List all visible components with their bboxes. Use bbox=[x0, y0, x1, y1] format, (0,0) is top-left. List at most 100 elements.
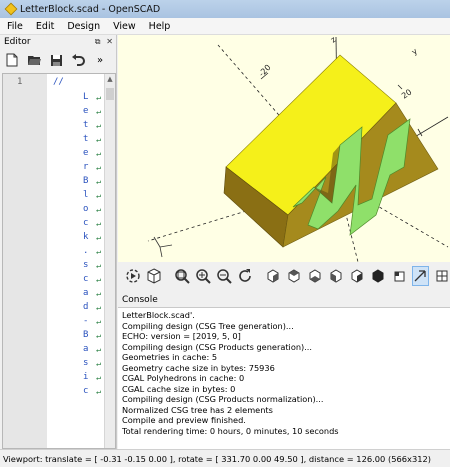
editor-title: Editor bbox=[4, 37, 31, 47]
openscad-app-icon bbox=[4, 2, 18, 16]
zoom-out-icon[interactable] bbox=[215, 266, 232, 286]
editor-header: Editor ⧉ ✕ bbox=[0, 35, 116, 49]
view-left-icon[interactable] bbox=[328, 266, 345, 286]
console-title: Console bbox=[122, 295, 158, 305]
code-comment-marker: // bbox=[53, 77, 64, 87]
view-perspective-icon[interactable] bbox=[411, 266, 430, 286]
wrapped-char-line: . ↵ bbox=[83, 244, 101, 258]
code-editor[interactable]: 1 // L ↵ e ↵ t ↵ t ↵ e ↵ r ↵ B ↵ l ↵ o ↵ c ↵ k ↵. ↵ s ↵ c ↵ a ↵ d ↵ - ↵ B… bbox=[2, 73, 116, 449]
zoom-in-icon[interactable] bbox=[194, 266, 211, 286]
console-line: LetterBlock.scad'. bbox=[122, 310, 195, 320]
wrapped-char-line: a ↵ bbox=[83, 286, 101, 300]
letter-block-cube bbox=[223, 54, 439, 248]
wrapped-char-line: d ↵ bbox=[83, 300, 101, 314]
console-line: Total rendering time: 0 hours, 0 minutes… bbox=[122, 425, 339, 436]
console-line: Geometries in cache: 5 bbox=[122, 352, 218, 362]
wrapped-char-line: s ↵ bbox=[83, 356, 101, 370]
line-number-gutter bbox=[3, 74, 47, 448]
view-front-icon[interactable] bbox=[349, 266, 366, 286]
wrap-indicator-icon: ↵ bbox=[96, 344, 101, 354]
wrapped-char: B bbox=[83, 330, 89, 340]
undo-icon[interactable] bbox=[70, 52, 86, 68]
wrapped-char: e bbox=[83, 148, 89, 158]
float-panel-icon[interactable]: ⧉ bbox=[95, 37, 101, 46]
save-icon[interactable] bbox=[48, 52, 64, 68]
view-right-icon[interactable] bbox=[265, 266, 282, 286]
wrapped-char: d bbox=[83, 302, 89, 312]
axes-gizmo bbox=[153, 236, 173, 258]
menu-view[interactable]: View bbox=[106, 21, 142, 32]
render-icon[interactable] bbox=[145, 266, 162, 286]
editor-scrollbar[interactable]: ▲ bbox=[104, 74, 115, 448]
openscad-window: LetterBlock.scad - OpenSCAD File Edit De… bbox=[0, 0, 450, 467]
view-toolbar bbox=[118, 262, 450, 290]
3d-viewport[interactable]: z y -20 20 M bbox=[118, 35, 450, 262]
wrapped-char-line: L ↵ bbox=[83, 90, 101, 104]
console-line: Compiling design (CSG Products generatio… bbox=[122, 341, 313, 352]
preview-render-icon[interactable] bbox=[124, 266, 141, 286]
scroll-up-icon[interactable]: ▲ bbox=[106, 75, 114, 85]
console-header: Console bbox=[118, 293, 450, 307]
wrapped-char: s bbox=[83, 260, 89, 270]
wrapped-char-line: r ↵ bbox=[83, 160, 101, 174]
console-line: CGAL cache size in bytes: 0 bbox=[122, 383, 236, 394]
view-all-icon[interactable] bbox=[173, 266, 190, 286]
wrapped-char: l bbox=[83, 190, 89, 200]
view-back-icon[interactable] bbox=[370, 266, 387, 286]
wrapped-char-line: e ↵ bbox=[83, 146, 101, 160]
wrapped-char-line: c ↵ bbox=[83, 272, 101, 286]
console-output[interactable]: LetterBlock.scad'. Compiling design (CSG … bbox=[118, 307, 450, 449]
editor-panel: Editor ⧉ ✕ » 1 // L ↵ e ↵ t ↵ t ↵ e ↵ r … bbox=[0, 35, 117, 449]
wrapped-char: L bbox=[83, 92, 89, 102]
menu-file[interactable]: File bbox=[0, 21, 29, 32]
close-panel-icon[interactable]: ✕ bbox=[106, 37, 113, 46]
wrapped-char: B bbox=[83, 176, 89, 186]
reset-view-icon[interactable] bbox=[236, 266, 253, 286]
wrap-indicator-icon: ↵ bbox=[96, 330, 101, 340]
wrapped-char: i bbox=[83, 372, 89, 382]
wrap-indicator-icon: ↵ bbox=[96, 190, 101, 200]
view-center-icon[interactable] bbox=[433, 266, 450, 286]
wrap-indicator-icon: ↵ bbox=[96, 372, 101, 382]
wrapped-char-line: - ↵ bbox=[83, 314, 101, 328]
scene: z y -20 20 M bbox=[147, 35, 449, 262]
wrapped-char-line: c ↵ bbox=[83, 216, 101, 230]
wrapped-char: s bbox=[83, 358, 89, 368]
open-folder-icon[interactable] bbox=[26, 52, 42, 68]
new-file-icon[interactable] bbox=[4, 52, 20, 68]
menu-design[interactable]: Design bbox=[60, 21, 106, 32]
wrapped-char: t bbox=[83, 120, 89, 130]
wrapped-char: c bbox=[83, 386, 89, 396]
view-top-icon[interactable] bbox=[286, 266, 303, 286]
wrap-indicator-icon: ↵ bbox=[96, 218, 101, 228]
wrapped-char: - bbox=[83, 316, 89, 326]
view-diagonal-icon[interactable] bbox=[391, 266, 408, 286]
wrapped-char: e bbox=[83, 106, 89, 116]
more-icon[interactable]: » bbox=[92, 52, 108, 68]
wrap-indicator-icon: ↵ bbox=[96, 358, 101, 368]
menu-help[interactable]: Help bbox=[142, 21, 177, 32]
title-bar: LetterBlock.scad - OpenSCAD bbox=[0, 0, 450, 18]
wrap-indicator-icon: ↵ bbox=[96, 92, 101, 102]
wrapped-char-line: B ↵ bbox=[83, 174, 101, 188]
wrapped-char: k bbox=[83, 232, 89, 242]
view-bottom-icon[interactable] bbox=[307, 266, 324, 286]
wrapped-char-line: l ↵ bbox=[83, 188, 101, 202]
wrapped-char-line: B ↵ bbox=[83, 328, 101, 342]
wrapped-char-line: o ↵ bbox=[83, 202, 101, 216]
wrapped-char: c bbox=[83, 274, 89, 284]
wrapped-char-line: s ↵ bbox=[83, 258, 101, 272]
wrapped-char-line: a ↵ bbox=[83, 342, 101, 356]
wrapped-char-line: t ↵ bbox=[83, 132, 101, 146]
wrap-indicator-icon: ↵ bbox=[96, 246, 101, 256]
console-line: Compile and preview finished. bbox=[122, 415, 246, 425]
scrollbar-thumb[interactable] bbox=[106, 88, 114, 100]
wrapped-char: a bbox=[83, 288, 89, 298]
console-line: ECHO: version = [2019, 5, 0] bbox=[122, 331, 241, 341]
wrap-indicator-icon: ↵ bbox=[96, 176, 101, 186]
console-line: Compiling design (CSG Tree generation)..… bbox=[122, 320, 294, 331]
console-line: Compiling design (CSG Products normaliza… bbox=[122, 394, 324, 404]
wrapped-char: r bbox=[83, 162, 89, 172]
y-axis-label: y bbox=[410, 46, 419, 56]
menu-edit[interactable]: Edit bbox=[29, 21, 60, 32]
